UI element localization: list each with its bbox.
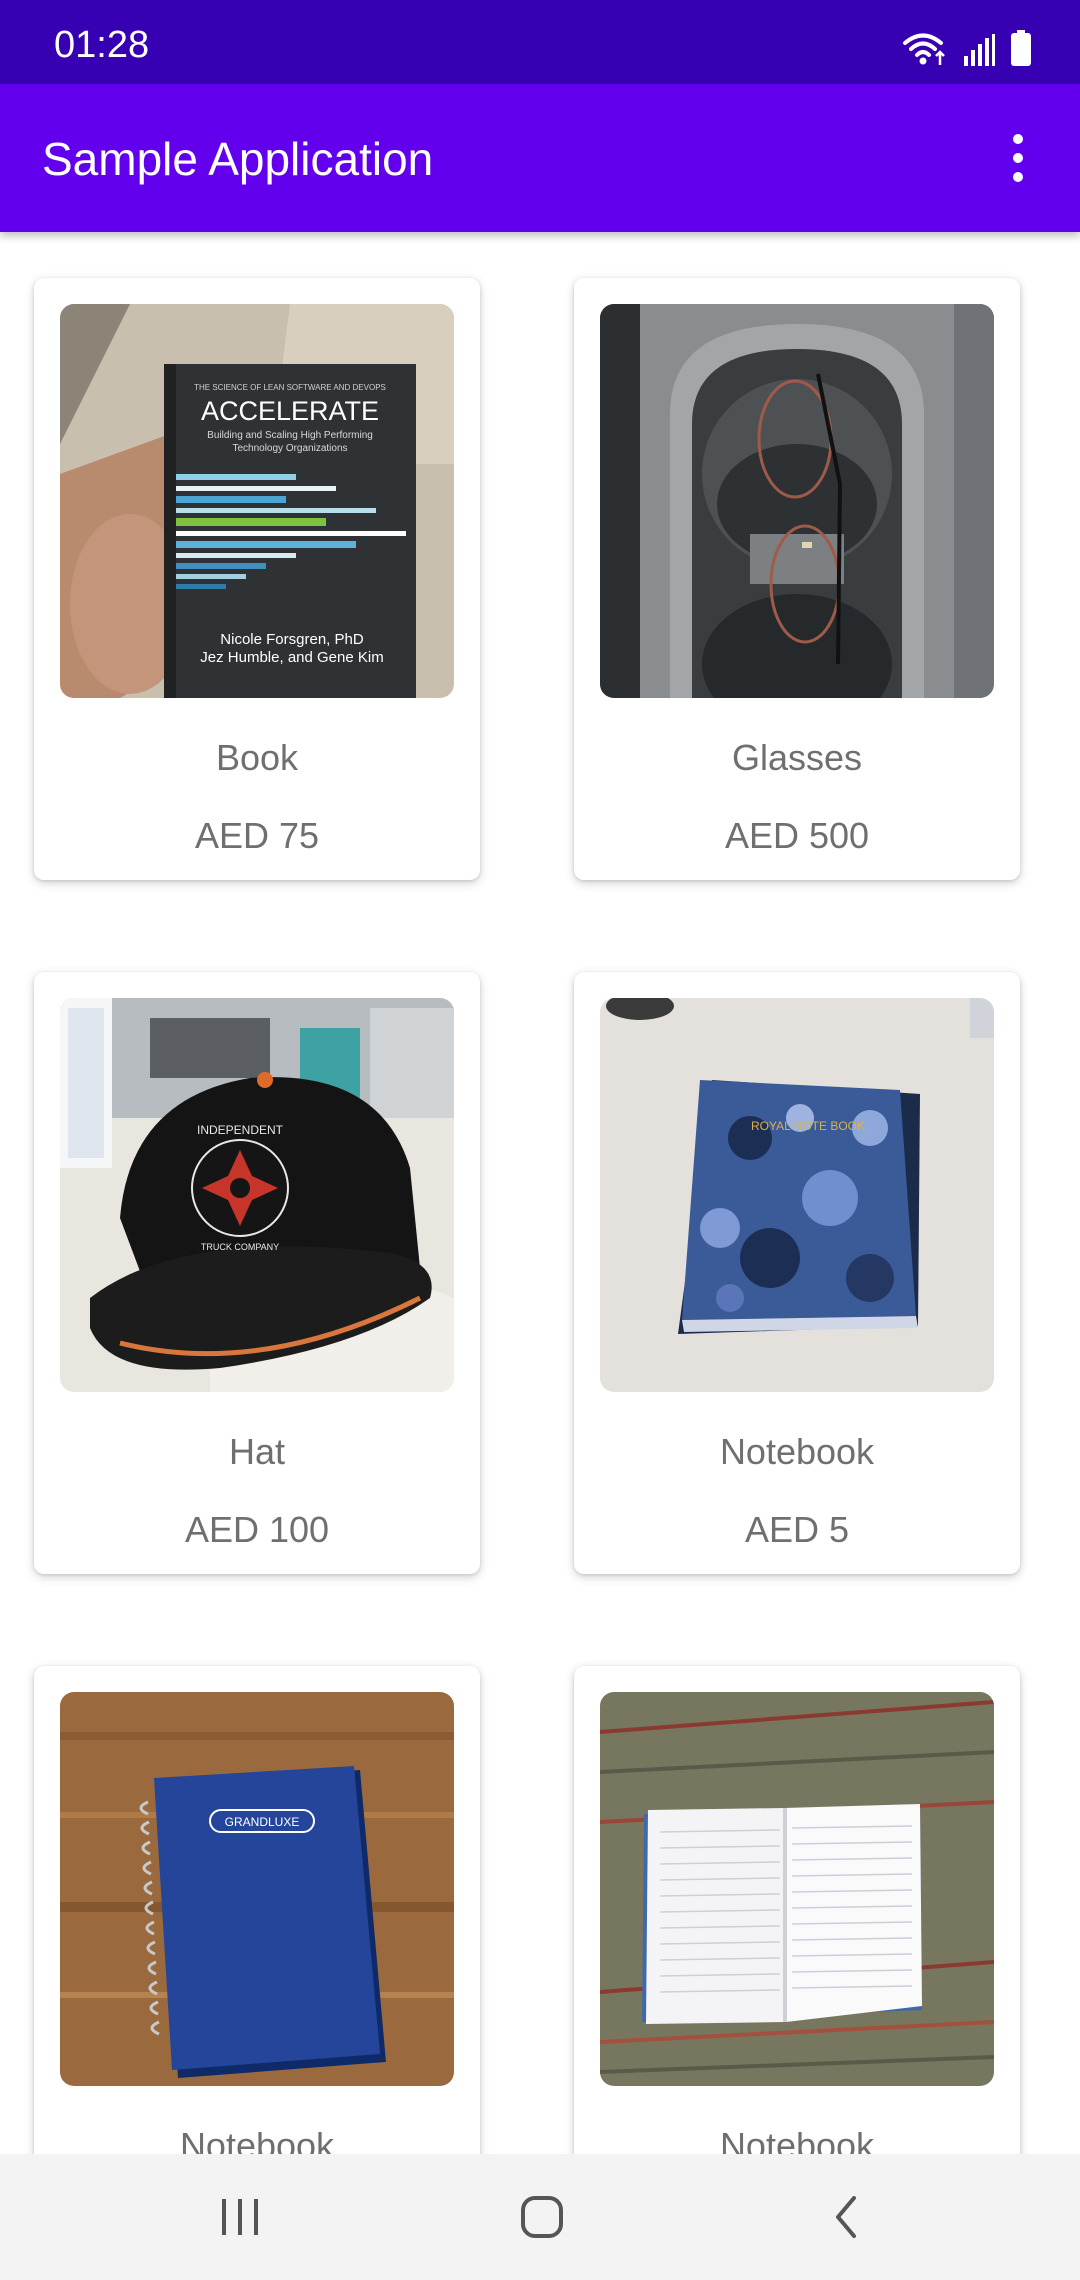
status-icons — [902, 30, 1032, 66]
product-name: Notebook — [179, 2125, 335, 2155]
product-name: Notebook — [719, 2125, 875, 2155]
product-price: AED 75 — [194, 815, 320, 856]
book-series-text: THE SCIENCE OF LEAN SOFTWARE AND DEVOPS — [194, 383, 386, 392]
recents-button[interactable] — [190, 2182, 290, 2252]
product-card[interactable]: Glasses AED 500 — [574, 278, 1020, 880]
open-notebook-photo — [600, 1692, 994, 2086]
more-options-button[interactable] — [990, 126, 1046, 190]
product-name: Book — [215, 737, 299, 778]
home-button[interactable] — [492, 2182, 592, 2252]
product-name: Notebook — [719, 1431, 875, 1472]
product-image: THE SCIENCE OF LEAN SOFTWARE AND DEVOPS … — [60, 304, 454, 698]
back-icon — [836, 2196, 856, 2238]
battery-icon — [1011, 30, 1031, 66]
signal-icon — [964, 34, 995, 66]
wifi-icon — [903, 33, 945, 65]
home-icon — [521, 2196, 563, 2238]
product-card[interactable]: GRANDLUXE Notebook — [34, 1666, 480, 2154]
status-bar: 01:28 — [0, 0, 1080, 84]
more-vert-icon — [1013, 134, 1023, 144]
royal-label-text: ROYAL NOTE BOOK — [751, 1119, 865, 1133]
product-card[interactable]: ROYAL NOTE BOOK Notebook AED 5 — [574, 972, 1020, 1574]
product-image: ROYAL NOTE BOOK — [600, 998, 994, 1392]
status-time: 01:28 — [54, 24, 150, 66]
product-price: AED 5 — [744, 1509, 850, 1550]
glasses-cupholder-photo — [600, 304, 994, 698]
app-title: Sample Application — [42, 133, 434, 185]
accelerate-book-photo: THE SCIENCE OF LEAN SOFTWARE AND DEVOPS … — [60, 304, 454, 698]
book-title-text: ACCELERATE — [201, 396, 379, 426]
royal-notebook-photo: ROYAL NOTE BOOK — [600, 998, 994, 1392]
book-subtitle-1: Building and Scaling High Performing — [207, 430, 373, 441]
book-authors-1: Nicole Forsgren, PhD — [220, 631, 364, 648]
grandluxe-notebook-photo: GRANDLUXE — [60, 1692, 454, 2086]
book-authors-2: Jez Humble, and Gene Kim — [200, 649, 383, 666]
product-card[interactable]: THE SCIENCE OF LEAN SOFTWARE AND DEVOPS … — [34, 278, 480, 880]
product-image — [600, 304, 994, 698]
product-card[interactable]: INDEPENDENT TRUCK COMPANY Hat AED 100 — [34, 972, 480, 1574]
product-image: INDEPENDENT TRUCK COMPANY — [60, 998, 454, 1392]
app-bar: Sample Application — [0, 84, 1080, 232]
product-image — [600, 1692, 994, 2086]
product-name: Glasses — [731, 737, 863, 778]
grandluxe-label-text: GRANDLUXE — [225, 1815, 300, 1829]
black-cap-photo: INDEPENDENT TRUCK COMPANY — [60, 998, 454, 1392]
hat-logo-text: INDEPENDENT — [197, 1123, 284, 1137]
product-card[interactable]: Notebook — [574, 1666, 1020, 2154]
recents-icon — [222, 2199, 258, 2235]
hat-logo-sub-text: TRUCK COMPANY — [201, 1242, 279, 1252]
product-price: AED 500 — [724, 815, 870, 856]
product-price: AED 100 — [184, 1509, 330, 1550]
navigation-bar — [0, 2154, 1080, 2280]
book-subtitle-2: Technology Organizations — [232, 443, 347, 454]
back-button[interactable] — [796, 2182, 896, 2252]
product-image: GRANDLUXE — [60, 1692, 454, 2086]
product-name: Hat — [228, 1431, 286, 1472]
product-grid[interactable]: THE SCIENCE OF LEAN SOFTWARE AND DEVOPS … — [0, 232, 1080, 2154]
